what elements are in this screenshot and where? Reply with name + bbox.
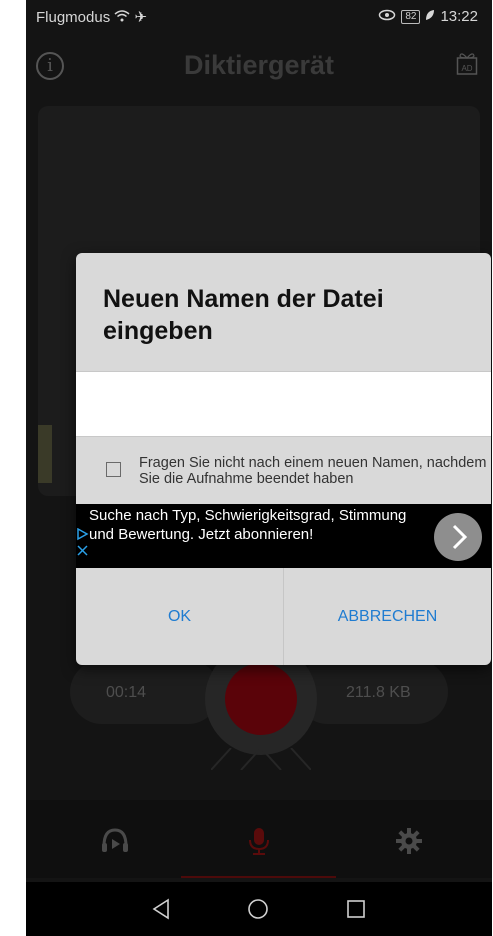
ok-button[interactable]: OK [76,568,283,665]
dialog-buttons: OK ABBRECHEN [76,568,491,665]
ad-text[interactable]: Suche nach Typ, Schwierigkeitsgrad, Stim… [89,507,409,544]
dont-ask-row[interactable]: Fragen Sie nicht nach einem neuen Namen,… [104,455,486,491]
level-bar-left [38,425,52,483]
dont-ask-checkbox[interactable] [106,462,121,477]
elapsed-time: 00:14 [106,684,147,701]
app-bar: i Diktiergerät AD [26,32,492,100]
bottom-nav [26,800,492,878]
filename-input[interactable] [76,371,491,437]
gear-icon[interactable] [394,826,424,856]
back-icon[interactable] [150,897,174,921]
rename-dialog: Neuen Namen der Datei eingeben Fragen Si… [76,253,491,665]
system-nav-bar [26,882,492,936]
ad-gift-icon[interactable]: AD [456,50,478,76]
microphone-icon[interactable] [244,826,274,856]
leaf-icon [425,8,435,25]
app-title: Diktiergerät [183,50,335,80]
ad-label: AD [461,64,472,73]
eye-comfort-icon [378,8,396,25]
play-headphones-icon[interactable] [100,826,130,856]
adchoices-icon[interactable] [77,527,89,558]
phone-screen: Flugmodus ✈ 82 13:22 i Diktiergerät AD 0… [26,0,492,936]
status-bar: Flugmodus ✈ 82 13:22 [26,0,492,32]
dialog-title: Neuen Namen der Datei eingeben [103,285,384,345]
active-tab-indicator [181,876,336,878]
ad-arrow-icon[interactable] [434,513,482,561]
wifi-icon [114,9,134,26]
airplane-mode-label: Flugmodus [36,9,111,26]
file-size: 211.8 KB [346,684,411,701]
recents-icon[interactable] [344,897,368,921]
home-icon[interactable] [246,897,270,921]
clock: 13:22 [440,8,478,25]
record-stand [210,747,312,771]
status-left: Flugmodus ✈ [36,8,147,26]
cancel-button[interactable]: ABBRECHEN [284,568,491,665]
ad-banner[interactable]: Suche nach Typ, Schwierigkeitsgrad, Stim… [76,504,491,568]
status-right: 82 13:22 [378,8,478,25]
battery-icon: 82 [401,9,421,24]
airplane-icon: ✈ [134,9,148,26]
dont-ask-label[interactable]: Fragen Sie nicht nach einem neuen Namen,… [139,455,489,487]
record-button[interactable] [225,663,297,735]
